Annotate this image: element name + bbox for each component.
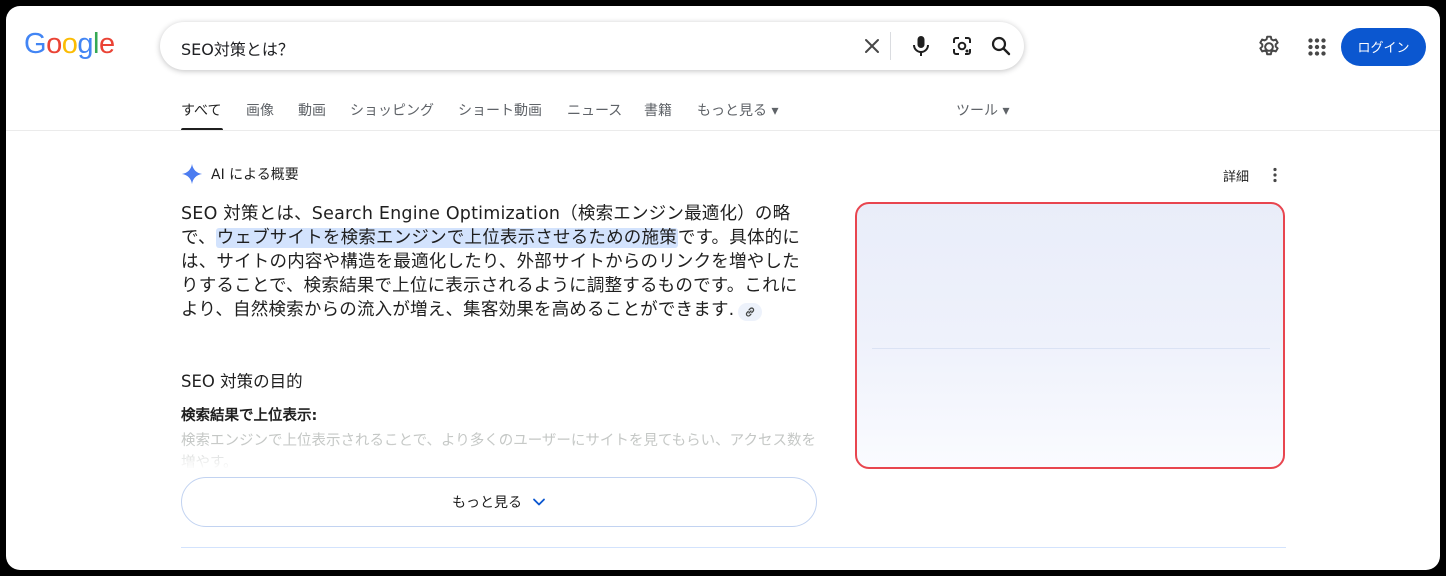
logo-letter: g [77,28,93,60]
lens-icon[interactable] [950,34,974,58]
highlighted-phrase[interactable]: ウェブサイトを検索エンジンで上位表示させるための施策 [215,228,678,248]
faded-preview-text: 検索エンジンで上位表示されることで、より多くのユーザーにサイトを見てもらい、アク… [181,433,816,470]
search-icon[interactable] [989,34,1013,58]
tab-more[interactable]: もっと見る ▾ [697,100,778,120]
search-divider [890,32,891,60]
ai-overview-text: SEO 対策とは、Search Engine Optimization（検索エン… [181,202,811,322]
browser-page: Google SEO対策とは？ ログイン すべて 画像 動画 ショッピング ショ… [6,6,1440,570]
gear-icon[interactable] [1256,34,1282,60]
ai-overview-title: AI による概要 [211,167,299,183]
tab-shopping[interactable]: ショッピング [350,100,434,120]
more-options-icon[interactable] [1269,166,1281,184]
google-logo[interactable]: Google [24,28,115,61]
details-link[interactable]: 詳細 [1223,166,1249,185]
link-icon [746,307,755,317]
tab-news[interactable]: ニュース [567,100,622,120]
section-divider [181,547,1286,548]
tab-books[interactable]: 書籍 [644,100,672,120]
logo-letter: G [24,28,47,60]
gemini-sparkle-icon [181,163,203,185]
show-more-label: もっと見る [452,495,522,511]
panel-divider [872,348,1270,349]
tab-all[interactable]: すべて [181,100,221,120]
logo-letter: o [46,28,62,60]
section-heading: SEO 対策の目的 [181,372,303,391]
show-more-button[interactable]: もっと見る [181,477,817,527]
search-box[interactable]: SEO対策とは？ [160,22,1024,70]
bullet-heading: 検索結果で上位表示: [181,408,318,424]
chevron-down-icon [533,498,545,506]
apps-grid-icon[interactable] [1304,34,1330,60]
tab-short-videos[interactable]: ショート動画 [458,100,542,120]
tab-videos[interactable]: 動画 [298,100,326,120]
ai-overview-header: AI による概要 [181,163,299,185]
login-button[interactable]: ログイン [1341,28,1426,66]
tools-button[interactable]: ツール ▾ [956,100,1009,120]
sources-panel[interactable] [855,202,1285,469]
source-link-chip[interactable] [738,303,763,321]
logo-letter: o [61,28,78,60]
search-input[interactable]: SEO対策とは？ [181,36,294,60]
logo-letter: e [98,28,115,60]
tab-images[interactable]: 画像 [246,100,274,120]
clear-icon[interactable] [860,34,884,58]
microphone-icon[interactable] [909,34,933,58]
tabs-divider [6,130,1440,131]
